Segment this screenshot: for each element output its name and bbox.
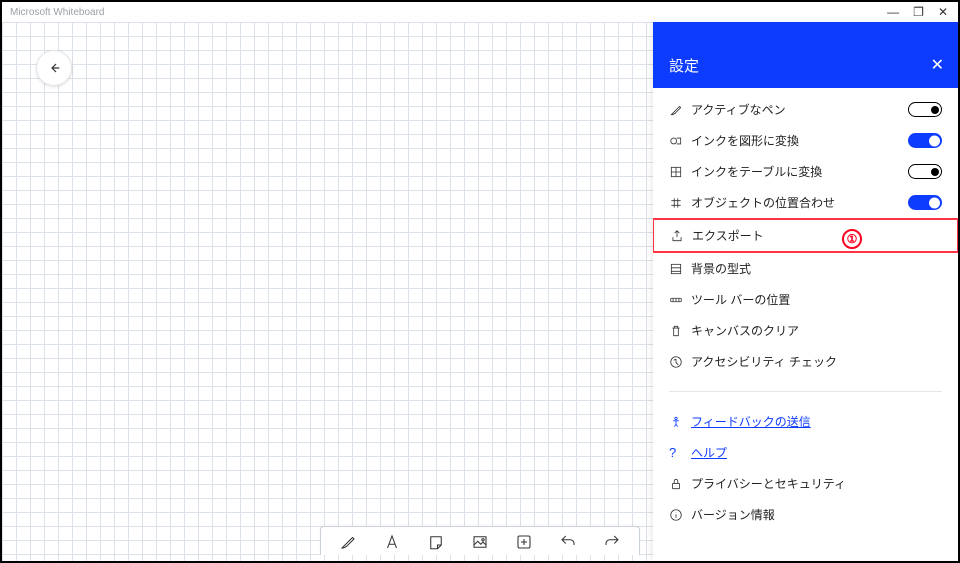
setting-export[interactable]: エクスポート xyxy=(653,218,958,253)
add-tool[interactable] xyxy=(515,533,533,551)
setting-label: プライバシーとセキュリティ xyxy=(691,475,942,492)
separator xyxy=(669,391,942,392)
settings-panel: 設定 ✕ アクティブなペン インクを図形に変換 インクをテーブルに変換 オブジェ… xyxy=(653,22,958,561)
setting-label: キャンバスのクリア xyxy=(691,322,942,339)
close-window-button[interactable]: ✕ xyxy=(938,5,948,19)
setting-clear-canvas[interactable]: キャンバスのクリア xyxy=(653,315,958,346)
image-tool[interactable] xyxy=(471,533,489,551)
setting-label: エクスポート xyxy=(692,227,941,244)
settings-close-button[interactable]: ✕ xyxy=(931,58,944,76)
undo-icon xyxy=(559,533,577,551)
redo-tool[interactable] xyxy=(603,533,621,551)
clear-icon xyxy=(669,324,691,338)
help-icon: ? xyxy=(669,445,691,460)
grid-icon xyxy=(669,165,691,179)
plus-square-icon xyxy=(515,533,533,551)
toggle-ink-to-shape[interactable] xyxy=(908,133,942,148)
setting-ink-to-shape[interactable]: インクを図形に変換 xyxy=(653,125,958,156)
setting-label: 背景の型式 xyxy=(691,260,942,277)
settings-panel-header: 設定 ✕ xyxy=(653,22,958,88)
setting-label: フィードバックの送信 xyxy=(691,413,942,430)
toggle-ink-to-table[interactable] xyxy=(908,164,942,179)
text-tool[interactable] xyxy=(383,533,401,551)
accessibility-icon xyxy=(669,355,691,369)
arrow-left-icon xyxy=(46,60,62,76)
setting-privacy[interactable]: プライバシーとセキュリティ xyxy=(653,468,958,499)
setting-background-format[interactable]: 背景の型式 xyxy=(653,253,958,284)
toggle-active-pen[interactable] xyxy=(908,102,942,117)
snap-icon xyxy=(669,196,691,210)
minimize-button[interactable]: — xyxy=(887,5,899,19)
background-icon xyxy=(669,262,691,276)
bottom-toolbar xyxy=(320,526,640,555)
pen-icon xyxy=(339,533,357,551)
note-tool[interactable] xyxy=(427,533,445,551)
setting-label: アクティブなペン xyxy=(691,101,908,118)
pen-tool[interactable] xyxy=(339,533,357,551)
setting-label: オブジェクトの位置合わせ xyxy=(691,194,908,211)
setting-feedback[interactable]: フィードバックの送信 xyxy=(653,406,958,437)
note-icon xyxy=(427,533,445,551)
setting-label: バージョン情報 xyxy=(691,506,942,523)
setting-accessibility-check[interactable]: アクセシビリティ チェック xyxy=(653,346,958,377)
setting-label: ツール バーの位置 xyxy=(691,291,942,308)
maximize-button[interactable]: ❐ xyxy=(913,5,924,19)
setting-ink-to-table[interactable]: インクをテーブルに変換 xyxy=(653,156,958,187)
image-icon xyxy=(471,533,489,551)
setting-label: インクをテーブルに変換 xyxy=(691,163,908,180)
setting-version[interactable]: バージョン情報 xyxy=(653,499,958,530)
toolbar-pos-icon xyxy=(669,293,691,307)
setting-help[interactable]: ? ヘルプ xyxy=(653,437,958,468)
export-icon xyxy=(670,229,692,243)
setting-label: ヘルプ xyxy=(691,444,942,461)
window-controls: — ❐ ✕ xyxy=(887,5,956,19)
undo-tool[interactable] xyxy=(559,533,577,551)
lock-icon xyxy=(669,477,691,491)
setting-toolbar-position[interactable]: ツール バーの位置 xyxy=(653,284,958,315)
shape-icon xyxy=(669,134,691,148)
redo-icon xyxy=(603,533,621,551)
pen-icon xyxy=(669,103,691,117)
setting-label: アクセシビリティ チェック xyxy=(691,353,942,370)
setting-active-pen[interactable]: アクティブなペン xyxy=(653,94,958,125)
settings-title: 設定 xyxy=(669,55,699,76)
info-icon xyxy=(669,508,691,522)
text-icon xyxy=(383,533,401,551)
setting-object-align[interactable]: オブジェクトの位置合わせ xyxy=(653,187,958,218)
setting-label: インクを図形に変換 xyxy=(691,132,908,149)
back-button[interactable] xyxy=(36,50,72,86)
titlebar: Microsoft Whiteboard — ❐ ✕ xyxy=(2,2,958,22)
app-title: Microsoft Whiteboard xyxy=(4,7,104,18)
toggle-object-align[interactable] xyxy=(908,195,942,210)
settings-list: アクティブなペン インクを図形に変換 インクをテーブルに変換 オブジェクトの位置… xyxy=(653,88,958,561)
feedback-icon xyxy=(669,415,691,429)
